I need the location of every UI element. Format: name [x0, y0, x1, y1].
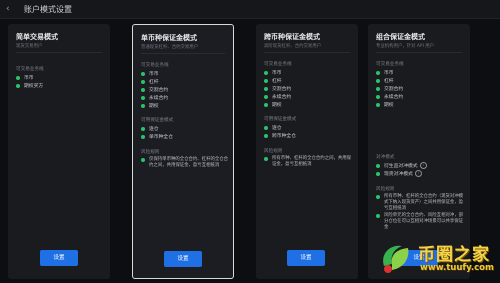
- section-title: 对冲模式: [376, 155, 395, 160]
- card-description: 普通现货杠杆、合约交易用户: [141, 45, 199, 50]
- check-dot-icon: [141, 71, 145, 76]
- section-title: 可交易业务线: [376, 62, 404, 67]
- divider: [376, 52, 462, 53]
- watermark: 币圈之家 www.tuufy.com: [378, 236, 500, 282]
- risk-rule: 所有币种、杠杆的全仓合约（现货对冲模式下纳入现货资产）之间共用保证金，盈亏互相抵…: [376, 194, 464, 212]
- list-item: 永续合约: [141, 94, 168, 101]
- card-description: 高阶现货杠杆、合约交易用户: [264, 44, 322, 49]
- check-dot-icon: [264, 157, 268, 161]
- list-item: 逐仓: [264, 124, 282, 131]
- risk-rule: 所有币种、杠杆的全仓合约之间，共用保证金，盈亏互相抵消: [264, 156, 352, 168]
- section-title: 可交易业务线: [16, 67, 44, 72]
- card-title: 跨币种保证金模式: [264, 33, 320, 41]
- divider: [16, 52, 102, 53]
- chevron-left-icon[interactable]: ‹: [6, 0, 20, 18]
- check-dot-icon: [376, 195, 380, 199]
- check-dot-icon: [141, 79, 145, 84]
- check-dot-icon: [376, 102, 380, 107]
- card-cross-currency-margin: 跨币种保证金模式 高阶现货杠杆、合约交易用户 可交易业务线 币币 杠杆 交割合约…: [256, 24, 358, 279]
- check-dot-icon: [264, 70, 268, 75]
- settings-button[interactable]: 设置: [40, 250, 78, 266]
- settings-button[interactable]: 设置: [287, 250, 325, 266]
- card-description: 现货交易用户: [16, 44, 43, 49]
- check-dot-icon: [141, 103, 145, 108]
- watermark-logo-icon: [383, 245, 409, 273]
- list-item: 单币种全仓: [141, 133, 173, 140]
- check-dot-icon: [376, 163, 380, 168]
- section-title: 风险规则: [264, 149, 283, 154]
- list-item: 币币: [264, 69, 282, 76]
- card-title: 简单交易模式: [16, 33, 58, 41]
- check-dot-icon: [376, 214, 380, 218]
- check-dot-icon: [264, 94, 268, 99]
- list-item: 期权买方: [16, 82, 43, 89]
- card-description: 专业机构用户，针对 API 用户: [376, 44, 435, 49]
- list-item: 币币: [376, 69, 394, 76]
- check-dot-icon: [264, 102, 268, 107]
- section-title: 风险规则: [141, 150, 160, 155]
- check-dot-icon: [141, 134, 145, 139]
- check-dot-icon: [376, 94, 380, 99]
- check-dot-icon: [141, 126, 145, 131]
- list-item: 杠杆: [264, 77, 282, 84]
- check-dot-icon: [376, 171, 380, 176]
- check-dot-icon: [141, 95, 145, 100]
- list-item: 杠杆: [141, 78, 159, 85]
- check-dot-icon: [264, 125, 268, 130]
- settings-button[interactable]: 设置: [164, 251, 202, 267]
- divider: [264, 52, 350, 53]
- list-item: 杠杆: [376, 77, 394, 84]
- check-dot-icon: [141, 87, 145, 92]
- check-dot-icon: [264, 86, 268, 91]
- watermark-text: 币圈之家: [418, 245, 490, 265]
- list-item: 期权: [141, 102, 159, 109]
- list-item: 永续合约: [376, 93, 403, 100]
- section-title: 可交易业务线: [141, 63, 169, 68]
- list-item: 永续合约: [264, 93, 291, 100]
- check-dot-icon: [141, 158, 145, 162]
- check-dot-icon: [264, 78, 268, 83]
- top-bar: ‹ 账户模式设置: [0, 0, 500, 19]
- card-simple-mode: 简单交易模式 现货交易用户 可交易业务线 币币 期权买方 设置: [8, 24, 110, 279]
- section-title: 可用保证金模式: [264, 117, 297, 122]
- card-title: 单币种保证金模式: [141, 34, 197, 42]
- info-icon[interactable]: i: [414, 170, 422, 177]
- list-item: 期权: [376, 101, 394, 108]
- check-dot-icon: [376, 70, 380, 75]
- section-title: 可用保证金模式: [141, 118, 174, 123]
- list-item: 跨币种全仓: [264, 132, 296, 139]
- list-item: 衍生品对冲模式 i: [376, 162, 427, 169]
- risk-rule: 风险单元的全仓合约、风险互相对冲，部分仓位在可以互相对冲场景可以共享保证金: [376, 213, 464, 231]
- list-item: 交割合约: [264, 85, 291, 92]
- info-icon[interactable]: i: [419, 162, 427, 169]
- watermark-url: www.tuufy.com: [420, 263, 494, 273]
- card-single-currency-margin: 单币种保证金模式 普通现货杠杆、合约交易用户 可交易业务线 币币 杠杆 交割合约…: [132, 24, 234, 279]
- divider: [141, 53, 225, 54]
- list-item: 现货对冲模式 i: [376, 170, 422, 177]
- list-item: 币币: [16, 74, 34, 81]
- list-item: 交割合约: [141, 86, 168, 93]
- section-title: 可交易业务线: [264, 62, 292, 67]
- check-dot-icon: [16, 75, 20, 80]
- check-dot-icon: [16, 83, 20, 88]
- section-title: 风险规则: [376, 187, 395, 192]
- risk-rule: 仅保持单币种的全仓合约、杠杆的全仓合约之间，共用保证金，盈亏互相抵消: [141, 157, 229, 169]
- list-item: 逐仓: [141, 125, 159, 132]
- page-title: 账户模式设置: [24, 4, 72, 14]
- list-item: 币币: [141, 70, 159, 77]
- list-item: 交割合约: [376, 85, 403, 92]
- check-dot-icon: [264, 133, 268, 138]
- check-dot-icon: [376, 86, 380, 91]
- card-title: 组合保证金模式: [376, 33, 425, 41]
- list-item: 期权: [264, 101, 282, 108]
- check-dot-icon: [376, 78, 380, 83]
